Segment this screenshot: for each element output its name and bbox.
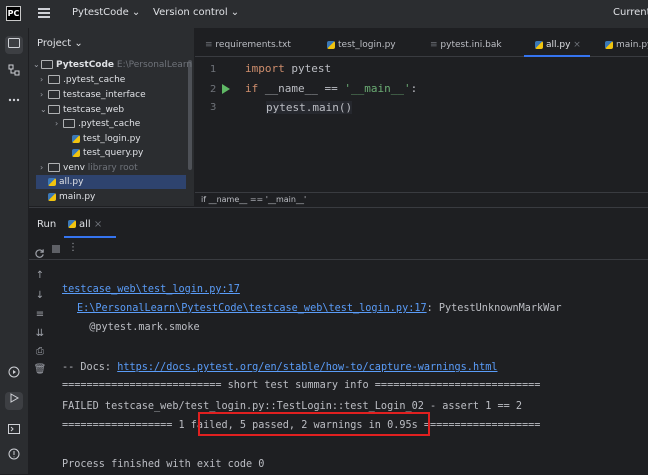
console-line: Process finished with exit code 0	[62, 459, 265, 470]
python-file-icon	[68, 220, 76, 228]
tab-all-py[interactable]: all.py ×	[535, 40, 581, 50]
close-tab-icon[interactable]: ×	[94, 219, 102, 230]
python-file-icon	[605, 40, 613, 49]
tree-item-testcase-interface[interactable]: › testcase_interface	[40, 88, 146, 102]
print-icon[interactable]: ⎙	[33, 346, 47, 357]
console-line: FAILED testcase_web/test_login.py::TestL…	[62, 401, 523, 412]
line-number: 1	[210, 64, 217, 75]
folder-icon	[63, 119, 75, 128]
project-scrollbar[interactable]	[188, 60, 192, 170]
soft-wrap-icon[interactable]: ≡	[33, 309, 47, 320]
python-file-icon	[72, 148, 80, 157]
folder-icon	[48, 90, 60, 99]
scroll-up-icon[interactable]: ↑	[33, 270, 47, 281]
breadcrumb[interactable]: if __name__ == '__main__'	[195, 192, 648, 207]
problems-icon[interactable]	[5, 448, 23, 466]
more-tools-icon[interactable]	[5, 90, 23, 108]
active-run-tab-indicator	[64, 236, 116, 238]
tree-item-venv[interactable]: › venv library root	[40, 161, 138, 175]
main-menu-icon[interactable]	[38, 8, 50, 18]
tree-item-test-query[interactable]: test_query.py	[72, 146, 143, 160]
folder-icon	[48, 75, 60, 84]
tab-main-py[interactable]: main.py	[605, 40, 648, 50]
more-options-icon[interactable]: ⋮	[68, 242, 78, 253]
text-file-icon: ≡	[205, 40, 216, 50]
run-tool-icon[interactable]	[5, 392, 23, 410]
tree-item-test-login[interactable]: test_login.py	[72, 132, 141, 146]
stop-icon[interactable]	[52, 245, 60, 253]
line-number: 2	[210, 84, 217, 95]
clear-console-icon[interactable]: 🗑	[33, 364, 47, 375]
python-file-icon	[72, 134, 80, 143]
scroll-down-icon[interactable]: ↓	[33, 290, 47, 301]
python-file-icon	[327, 40, 335, 49]
tab-requirements[interactable]: ≡ requirements.txt	[205, 40, 291, 50]
project-panel-title[interactable]: Project ⌄	[37, 38, 83, 49]
tree-item-testcase-web[interactable]: ⌄ testcase_web	[40, 103, 124, 117]
terminal-icon[interactable]	[5, 422, 23, 440]
python-file-icon	[48, 177, 56, 186]
rerun-icon[interactable]	[34, 244, 45, 263]
folder-icon	[48, 163, 60, 172]
active-tab-indicator	[524, 55, 590, 57]
tree-item-all-py[interactable]: all.py	[48, 175, 83, 189]
python-file-icon	[535, 40, 543, 49]
folder-icon	[41, 60, 53, 69]
tab-test-login[interactable]: test_login.py	[327, 40, 396, 50]
close-tab-icon[interactable]: ×	[573, 40, 581, 50]
code-line-2: if __name__ == '__main__':	[245, 82, 418, 95]
version-control-menu[interactable]: Version control ⌄	[153, 7, 239, 18]
left-tool-strip	[0, 28, 29, 474]
toolbar-divider	[29, 259, 648, 260]
project-selector[interactable]: PytestCode ⌄	[72, 7, 140, 18]
project-tool-icon[interactable]	[5, 36, 23, 54]
python-packages-icon[interactable]	[5, 366, 23, 384]
line-number: 3	[210, 102, 217, 113]
structure-tool-icon[interactable]	[5, 64, 23, 82]
app-logo-icon: PC	[6, 6, 21, 21]
tab-pytest-ini[interactable]: ≡ pytest.ini.bak	[430, 40, 502, 50]
console-line[interactable]: E:\PersonalLearn\PytestCode\testcase_web…	[77, 303, 562, 314]
python-file-icon	[48, 192, 56, 201]
code-line-1: import pytest	[245, 62, 332, 75]
code-line-3: pytest.main()	[266, 101, 353, 114]
tree-item-web-pytest-cache[interactable]: › .pytest_cache	[55, 117, 140, 131]
tree-item-pytest-cache[interactable]: › .pytest_cache	[40, 73, 125, 87]
text-file-icon: ≡	[430, 40, 441, 50]
run-config-selector[interactable]: Current	[613, 7, 648, 18]
tree-item-main-py[interactable]: main.py	[48, 190, 95, 204]
run-panel-title: Run	[37, 219, 57, 230]
console-line: @pytest.mark.smoke	[77, 322, 200, 333]
console-line[interactable]: testcase_web\test_login.py:17	[62, 284, 240, 295]
folder-icon	[48, 105, 60, 114]
code-editor[interactable]	[195, 58, 648, 188]
console-line: ========================== short test su…	[62, 380, 541, 391]
run-gutter-icon[interactable]	[222, 84, 230, 94]
tree-item-pytestcode[interactable]: ⌄ PytestCode E:\PersonalLearn	[33, 58, 192, 72]
console-line[interactable]: -- Docs: https://docs.pytest.org/en/stab…	[62, 362, 497, 373]
scroll-to-end-icon[interactable]: ⇊	[33, 328, 47, 339]
run-tab-all[interactable]: all ×	[68, 219, 102, 230]
summary-highlight-box	[198, 412, 430, 436]
